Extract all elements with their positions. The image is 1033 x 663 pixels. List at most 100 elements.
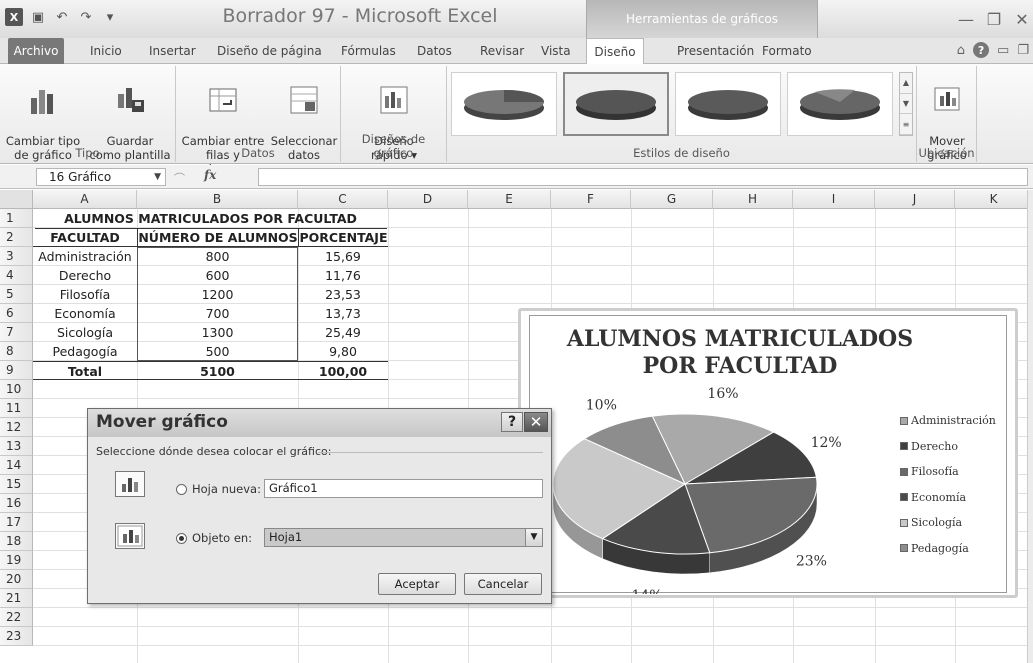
radio-object-in[interactable] bbox=[176, 532, 187, 544]
redo-icon[interactable]: ↷ bbox=[77, 8, 95, 26]
tab-datos[interactable]: Datos bbox=[417, 38, 452, 64]
row-header-17[interactable]: 17 bbox=[0, 513, 33, 532]
col-header-b[interactable]: B bbox=[137, 190, 298, 209]
vertical-scrollbar[interactable] bbox=[1027, 190, 1033, 663]
tab-formato[interactable]: Formato bbox=[762, 38, 812, 64]
cancel-button[interactable]: Cancelar bbox=[464, 573, 542, 595]
customize-toolbar-icon[interactable]: ▾ bbox=[101, 8, 119, 26]
row-header-9[interactable]: 9 bbox=[0, 361, 33, 380]
table-cell[interactable]: Filosofía bbox=[33, 285, 137, 304]
table-cell[interactable]: 25,49 bbox=[298, 323, 388, 342]
col-header-c[interactable]: C bbox=[298, 190, 388, 209]
pie-data-label[interactable]: 14% bbox=[631, 588, 662, 594]
excel-logo-icon[interactable]: X bbox=[5, 8, 23, 26]
tab-archivo[interactable]: Archivo bbox=[8, 38, 64, 64]
tab-presentacion[interactable]: Presentación bbox=[677, 38, 754, 64]
row-header-2[interactable]: 2 bbox=[0, 228, 33, 247]
name-box-dropdown-icon[interactable]: ▼ bbox=[154, 169, 161, 185]
styles-scroll-up-icon[interactable]: ▲ bbox=[900, 73, 912, 94]
table-cell[interactable]: 23,53 bbox=[298, 285, 388, 304]
row-header-3[interactable]: 3 bbox=[0, 247, 33, 266]
legend-item[interactable]: Derecho bbox=[900, 434, 996, 460]
chart-style-1[interactable] bbox=[451, 72, 557, 136]
chart-style-4[interactable] bbox=[787, 72, 893, 136]
row-header-16[interactable]: 16 bbox=[0, 494, 33, 513]
header-numero[interactable]: NÚMERO DE ALUMNOS bbox=[137, 228, 298, 247]
formula-input[interactable] bbox=[258, 168, 1028, 186]
tab-vista[interactable]: Vista bbox=[541, 38, 571, 64]
row-header-22[interactable]: 22 bbox=[0, 608, 33, 627]
radio-new-sheet[interactable] bbox=[176, 483, 187, 495]
row-header-23[interactable]: 23 bbox=[0, 627, 33, 646]
row-header-1[interactable]: 1 bbox=[0, 209, 33, 228]
restore-icon[interactable]: ❐ bbox=[983, 8, 1005, 30]
table-cell[interactable]: 9,80 bbox=[298, 342, 388, 361]
switch-row-column-button[interactable]: Cambiar entre filas y columnas bbox=[178, 70, 268, 176]
col-header-i[interactable]: I bbox=[793, 190, 875, 209]
row-header-5[interactable]: 5 bbox=[0, 285, 33, 304]
chart-area[interactable]: ALUMNOS MATRICULADOS POR FACULTAD 16% 12%… bbox=[529, 315, 1007, 594]
dialog-help-button[interactable]: ? bbox=[501, 412, 523, 432]
ok-button[interactable]: Aceptar bbox=[378, 573, 456, 595]
option-new-sheet[interactable]: Hoja nueva: bbox=[176, 482, 261, 496]
table-cell[interactable]: Pedagogía bbox=[33, 342, 137, 361]
select-all-corner[interactable] bbox=[0, 190, 33, 209]
styles-scroll-down-icon[interactable]: ▼ bbox=[900, 94, 912, 115]
tab-formulas[interactable]: Fórmulas bbox=[341, 38, 396, 64]
chart-style-3[interactable] bbox=[675, 72, 781, 136]
table-cell[interactable]: 13,73 bbox=[298, 304, 388, 323]
table-cell[interactable]: Sicología bbox=[33, 323, 137, 342]
col-header-f[interactable]: F bbox=[551, 190, 631, 209]
row-header-18[interactable]: 18 bbox=[0, 532, 33, 551]
undo-icon[interactable]: ↶ bbox=[53, 8, 71, 26]
col-header-h[interactable]: H bbox=[713, 190, 793, 209]
option-object-in[interactable]: Objeto en: bbox=[176, 531, 252, 545]
new-sheet-name-input[interactable]: Gráfico1 bbox=[264, 479, 543, 498]
table-cell[interactable]: 11,76 bbox=[298, 266, 388, 285]
legend-item[interactable]: Pedagogía bbox=[900, 536, 996, 562]
legend-item[interactable]: Sicología bbox=[900, 510, 996, 536]
col-header-a[interactable]: A bbox=[33, 190, 137, 209]
chart-legend[interactable]: Administración Derecho Filosofía Economía Si… bbox=[900, 408, 996, 561]
chart-style-2[interactable] bbox=[563, 72, 669, 136]
tab-inicio[interactable]: Inicio bbox=[90, 38, 122, 64]
tab-diseno-pagina[interactable]: Diseño de página bbox=[217, 38, 322, 64]
legend-item[interactable]: Economía bbox=[900, 485, 996, 511]
legend-item[interactable]: Filosofía bbox=[900, 459, 996, 485]
pie-data-label[interactable]: 16% bbox=[707, 386, 738, 402]
pie-data-label[interactable]: 23% bbox=[796, 553, 827, 569]
styles-scroll[interactable]: ▲ ▼ ≡ bbox=[899, 72, 913, 136]
row-header-13[interactable]: 13 bbox=[0, 437, 33, 456]
row-header-19[interactable]: 19 bbox=[0, 551, 33, 570]
row-header-10[interactable]: 10 bbox=[0, 380, 33, 399]
row-header-11[interactable]: 11 bbox=[0, 399, 33, 418]
total-label[interactable]: Total bbox=[33, 361, 137, 380]
table-cell[interactable]: Derecho bbox=[33, 266, 137, 285]
row-header-12[interactable]: 12 bbox=[0, 418, 33, 437]
header-facultad[interactable]: FACULTAD bbox=[33, 228, 137, 247]
restore-workbook-icon[interactable]: ❐ bbox=[1017, 43, 1029, 58]
pie-data-label[interactable]: 12% bbox=[811, 435, 842, 451]
name-box[interactable]: 16 Gráfico ▼ bbox=[36, 168, 166, 186]
object-sheet-select[interactable]: Hoja1 ▼ bbox=[264, 528, 543, 547]
row-header-20[interactable]: 20 bbox=[0, 570, 33, 589]
close-window-icon[interactable]: ✕ bbox=[1011, 8, 1033, 30]
chevron-down-icon[interactable]: ▼ bbox=[525, 529, 542, 546]
table-cell[interactable]: Economía bbox=[33, 304, 137, 323]
col-header-j[interactable]: J bbox=[875, 190, 955, 209]
chart-object[interactable]: ALUMNOS MATRICULADOS POR FACULTAD 16% 12%… bbox=[518, 308, 1018, 598]
insert-function-icon[interactable]: fx bbox=[204, 168, 216, 182]
styles-more-icon[interactable]: ≡ bbox=[900, 114, 912, 136]
row-header-8[interactable]: 8 bbox=[0, 342, 33, 361]
tab-revisar[interactable]: Revisar bbox=[480, 38, 524, 64]
row-header-6[interactable]: 6 bbox=[0, 304, 33, 323]
row-header-7[interactable]: 7 bbox=[0, 323, 33, 342]
minimize-workbook-icon[interactable]: ▭ bbox=[997, 43, 1009, 58]
col-header-g[interactable]: G bbox=[631, 190, 713, 209]
help-icon[interactable]: ? bbox=[973, 42, 990, 58]
minimize-icon[interactable]: — bbox=[955, 8, 977, 30]
tab-diseno[interactable]: Diseño bbox=[586, 38, 644, 65]
legend-item[interactable]: Administración bbox=[900, 408, 996, 434]
row-header-15[interactable]: 15 bbox=[0, 475, 33, 494]
table-cell[interactable]: Administración bbox=[33, 247, 137, 266]
